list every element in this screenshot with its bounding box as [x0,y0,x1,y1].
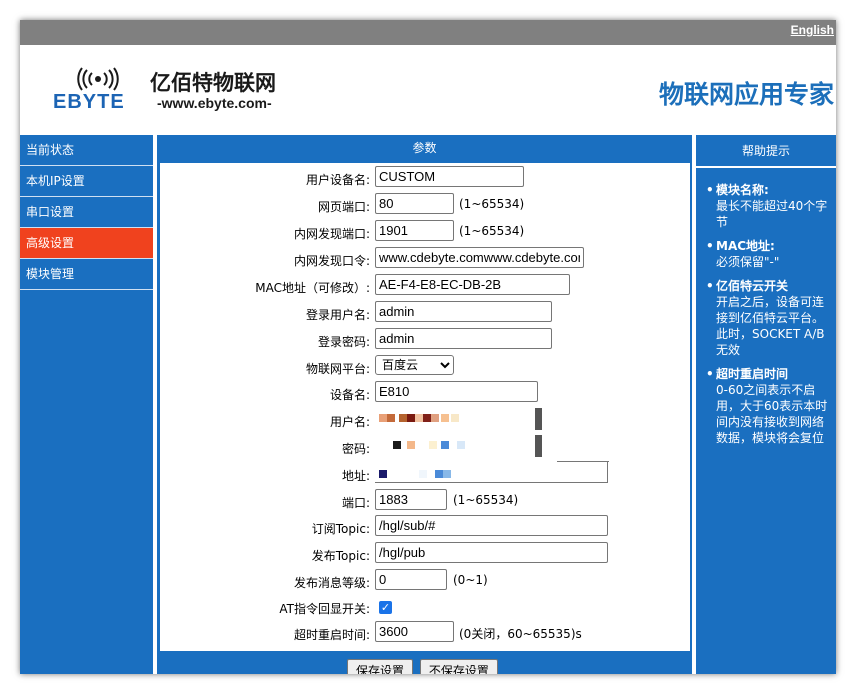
help-item: 亿佰特云开关开启之后，设备可连接到亿佰特云平台。此时，SOCKET A/B无效 [706,278,828,358]
lan-password-input[interactable] [375,247,584,268]
help-title: 帮助提示 [696,135,836,168]
pub-topic-label: 发布Topic: [311,549,370,563]
sidebar-item-status[interactable]: 当前状态 [20,135,153,166]
timeout-restart-label: 超时重启时间: [293,628,370,642]
help-item: 模块名称: 最长不能超过40个字节 [706,182,828,230]
timeout-restart-input[interactable] [375,621,454,642]
pub-topic-input[interactable] [375,542,608,563]
sidebar: 当前状态 本机IP设置 串口设置 高级设置 模块管理 [20,135,153,674]
login-pass-label: 登录密码: [317,335,370,349]
iot-user-redacted[interactable] [375,408,545,430]
language-link[interactable]: English [791,23,834,37]
web-port-hint: (1~65534) [459,197,525,211]
iot-user-label: 用户名: [329,415,370,429]
row-platform: 物联网平台: 百度云 [160,355,690,381]
help-item-text: 开启之后，设备可连接到亿佰特云平台。此时，SOCKET A/B无效 [716,295,825,357]
help-list: 模块名称: 最长不能超过40个字节 MAC地址: 必须保留"-" 亿佰特云开关开启之… [696,168,836,446]
row-login-pass: 登录密码: [160,328,690,354]
sidebar-item-serial-settings[interactable]: 串口设置 [20,197,153,228]
section-title: 参数 [412,141,437,155]
row-iot-addr: 地址: [160,461,690,488]
brand-url: -www.ebyte.com- [157,95,272,111]
slogan: 物联网应用专家 [658,80,834,109]
sidebar-item-advanced-settings[interactable]: 高级设置 [20,228,153,259]
lan-port-label: 内网发现端口: [293,227,370,241]
device-name-input[interactable] [375,166,524,187]
row-iot-pass: 密码: [160,435,690,461]
sidebar-item-module-management[interactable]: 模块管理 [20,259,153,290]
iot-pass-redacted[interactable] [375,435,545,457]
iot-device-name-label: 设备名: [329,388,370,402]
iot-addr-label: 地址: [341,469,370,483]
login-pass-input[interactable] [375,328,552,349]
row-at-echo: AT指令回显开关: ✓ [160,595,690,621]
help-item-title: 超时重启时间 [716,367,789,381]
timeout-restart-hint: (0关闭，60~65535)s [459,627,582,641]
web-port-input[interactable] [375,193,454,214]
row-login-user: 登录用户名: [160,301,690,327]
row-pub-topic: 发布Topic: [160,542,690,568]
row-sub-topic: 订阅Topic: [160,515,690,541]
lan-port-hint: (1~65534) [459,224,525,238]
params-panel: 用户设备名: 网页端口: (1~65534) 内网发现端口: (1~65534)… [160,163,690,651]
platform-label: 物联网平台: [305,362,370,376]
at-echo-label: AT指令回显开关: [279,602,370,616]
row-lan-port: 内网发现端口: (1~65534) [160,220,690,246]
row-lan-password: 内网发现口令: [160,247,690,273]
iot-device-name-input[interactable] [375,381,538,402]
qos-input[interactable] [375,569,447,590]
sidebar-item-ip-settings[interactable]: 本机IP设置 [20,166,153,197]
form-buttons: 保存设置 不保存设置 [347,659,501,674]
row-iot-port: 端口: (1~65534) [160,489,690,515]
params-section: 参数 用户设备名: 网页端口: (1~65534) 内网发现端口: (1~655… [157,135,692,674]
save-button[interactable]: 保存设置 [347,659,414,674]
row-web-port: 网页端口: (1~65534) [160,193,690,219]
help-item: 超时重启时间 0-60之间表示不启用，大于60表示本时间内没有接收到网络数据，模块… [706,366,828,446]
iot-port-hint: (1~65534) [453,493,519,507]
iot-port-input[interactable] [375,489,447,510]
row-mac: MAC地址（可修改）: [160,274,690,300]
help-panel: 帮助提示 模块名称: 最长不能超过40个字节 MAC地址: 必须保留"-" 亿佰特云… [696,135,836,674]
platform-select[interactable]: 百度云 [375,355,454,375]
iot-addr-redacted[interactable] [375,461,609,483]
help-item-text: 0-60之间表示不启用，大于60表示本时间内没有接收到网络数据，模块将会复位 [716,383,828,445]
row-iot-user: 用户名: [160,408,690,434]
qos-hint: (0~1) [453,573,488,587]
help-item-title: 模块名称: [716,183,769,197]
iot-port-label: 端口: [341,496,370,510]
lan-port-input[interactable] [375,220,454,241]
mac-label: MAC地址（可修改）: [255,281,370,295]
row-timeout-restart: 超时重启时间: (0关闭，60~65535)s [160,621,690,647]
login-user-label: 登录用户名: [305,308,370,322]
iot-pass-label: 密码: [341,442,370,456]
top-bar: English [20,20,836,45]
help-item-text: 必须保留"-" [716,255,780,269]
mac-input[interactable] [375,274,570,295]
help-item: MAC地址: 必须保留"-" [706,238,828,270]
sub-topic-label: 订阅Topic: [311,522,370,536]
row-iot-device-name: 设备名: [160,381,690,407]
sub-topic-input[interactable] [375,515,608,536]
cancel-button[interactable]: 不保存设置 [419,659,498,674]
help-item-title: 亿佰特云开关 [716,279,789,293]
web-port-label: 网页端口: [317,200,370,214]
lan-password-label: 内网发现口令: [293,254,370,268]
at-echo-checkbox[interactable]: ✓ [379,601,392,614]
signal-waves-icon [77,67,119,91]
help-item-text: 最长不能超过40个字节 [716,199,828,229]
login-user-input[interactable] [375,301,552,322]
help-item-title: MAC地址: [716,239,775,253]
brand-logo: EBYTE [53,91,125,113]
qos-label: 发布消息等级: [293,576,370,590]
browser-frame: English EBYTE 亿佰特物联网 -www.ebyte.com- 物联网… [20,20,836,674]
row-qos: 发布消息等级: (0~1) [160,569,690,595]
brand-name: 亿佰特物联网 [150,71,276,95]
row-device-name: 用户设备名: [160,166,690,192]
device-name-label: 用户设备名: [305,173,370,187]
